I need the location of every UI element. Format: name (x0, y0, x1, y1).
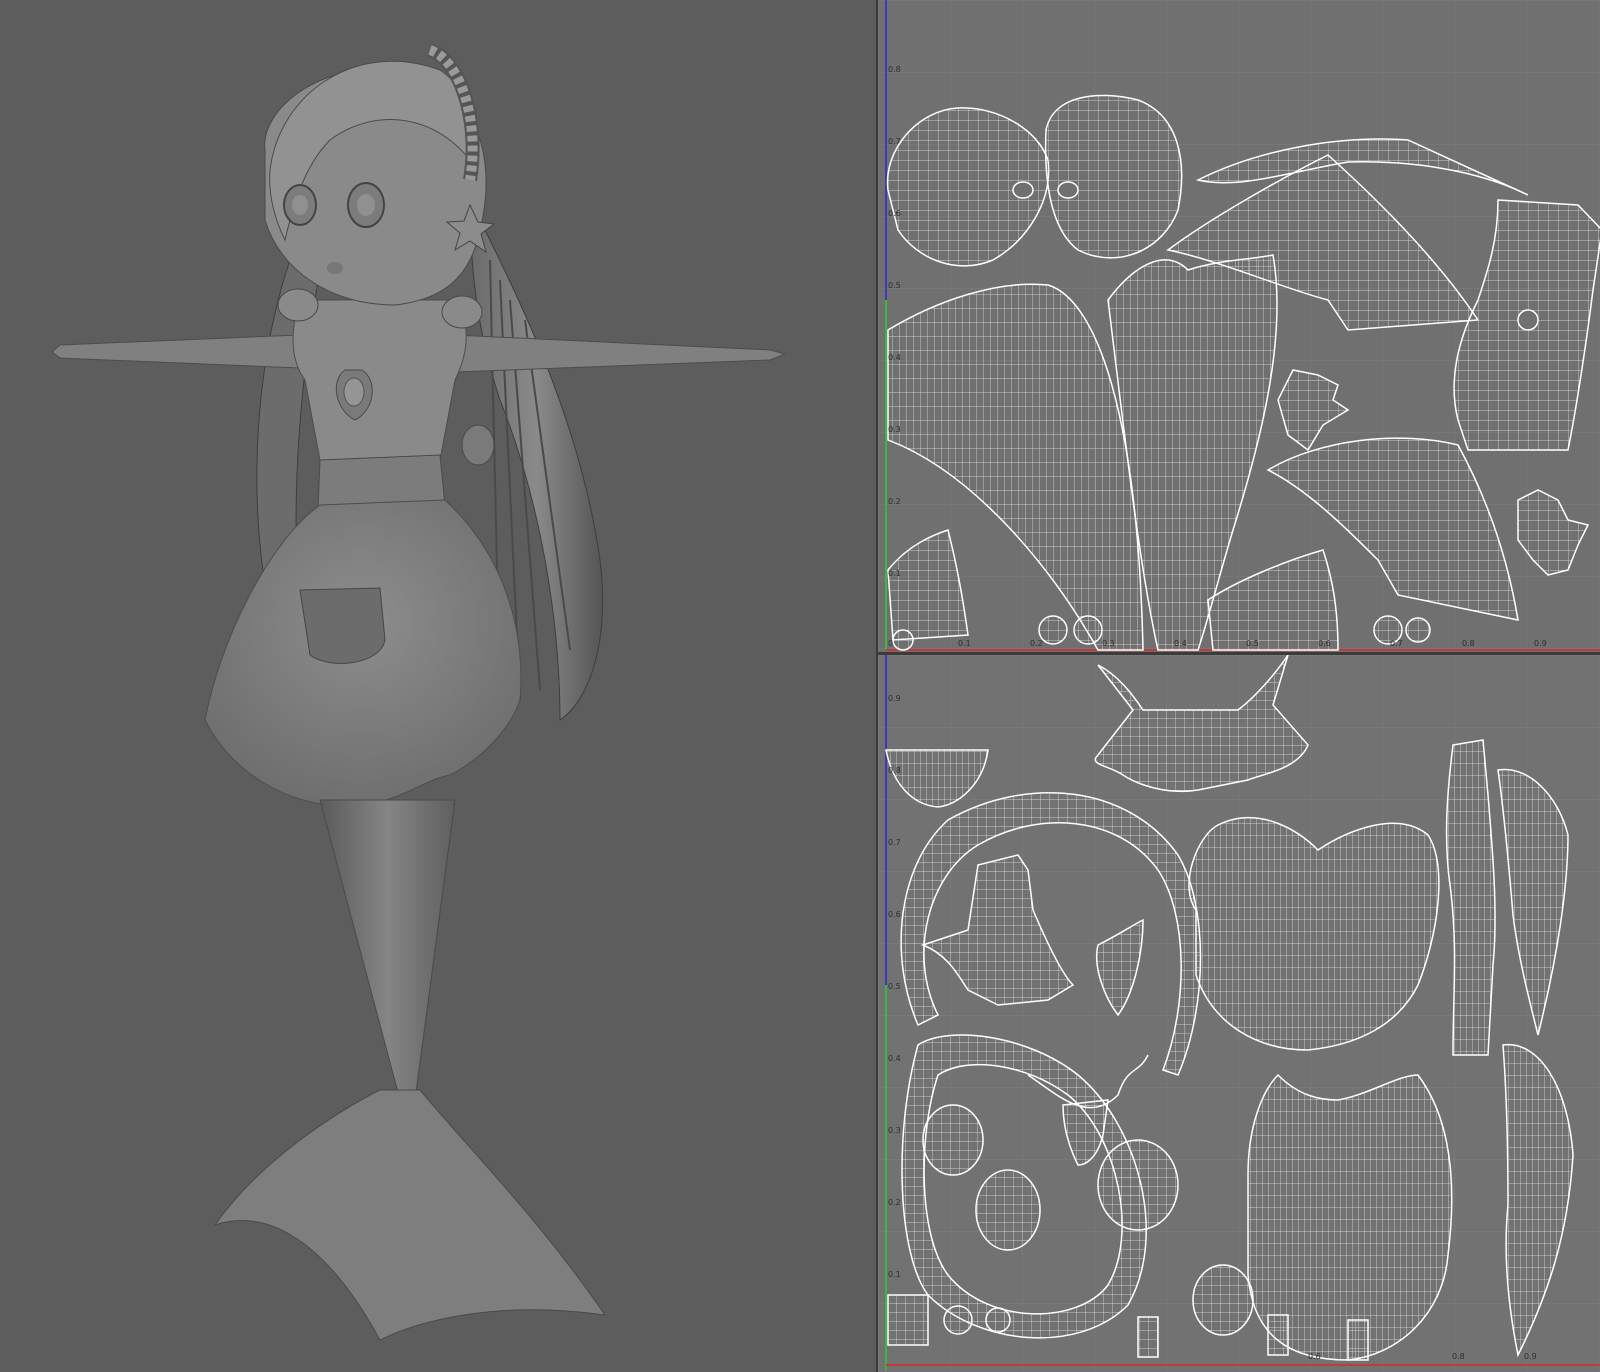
v-tick: 0.5 (888, 982, 901, 991)
v-tick: 0.8 (888, 766, 901, 775)
v-tick: 0.4 (888, 353, 901, 362)
v-tick: 0.2 (888, 497, 901, 506)
uv-editor-top[interactable]: 0.8 0.7 0.6 0.5 0.4 0.3 0.2 0.1 0 0.1 0.… (876, 0, 1600, 655)
v-tick: 0 (888, 639, 894, 648)
v-tick: 0.1 (888, 569, 901, 578)
uv-grid-bottom (878, 655, 1600, 1372)
v-tick: 0.3 (888, 425, 901, 434)
uv-grid-top (878, 0, 1600, 652)
v-tick: 0.9 (888, 694, 901, 703)
u-tick: 0.1 (958, 639, 971, 648)
v-tick: 0.6 (888, 209, 901, 218)
u-tick: 0.3 (1102, 639, 1115, 648)
v-tick: 0.4 (888, 1054, 901, 1063)
viewport-3d[interactable] (0, 0, 876, 1372)
v-tick: 0.7 (888, 137, 901, 146)
u-tick: 0.7 (1390, 639, 1403, 648)
v-tick: 0.7 (888, 838, 901, 847)
app-window: 0.8 0.7 0.6 0.5 0.4 0.3 0.2 0.1 0 0.1 0.… (0, 0, 1600, 1372)
u-tick: 0.9 (1534, 639, 1547, 648)
v-tick: 0.6 (888, 910, 901, 919)
uv-editor-bottom[interactable]: 0.9 0.8 0.7 0.6 0.5 0.4 0.3 0.2 0.1 0.6 … (876, 655, 1600, 1372)
mermaid-model (51, 43, 787, 1341)
u-tick: 0.8 (1462, 639, 1475, 648)
v-tick: 0.5 (888, 281, 901, 290)
u-tick: 0.6 (1318, 639, 1331, 648)
u-tick: 0.2 (1030, 639, 1043, 648)
u-tick: 0.9 (1524, 1352, 1537, 1361)
v-tick: 0.3 (888, 1126, 901, 1135)
u-tick: 0.5 (1246, 639, 1259, 648)
v-tick: 0.8 (888, 65, 901, 74)
v-tick: 0.2 (888, 1198, 901, 1207)
u-tick: 0.8 (1452, 1352, 1465, 1361)
u-tick: 0.6 (1308, 1352, 1321, 1361)
u-tick: 0.4 (1174, 639, 1187, 648)
v-tick: 0.1 (888, 1270, 901, 1279)
